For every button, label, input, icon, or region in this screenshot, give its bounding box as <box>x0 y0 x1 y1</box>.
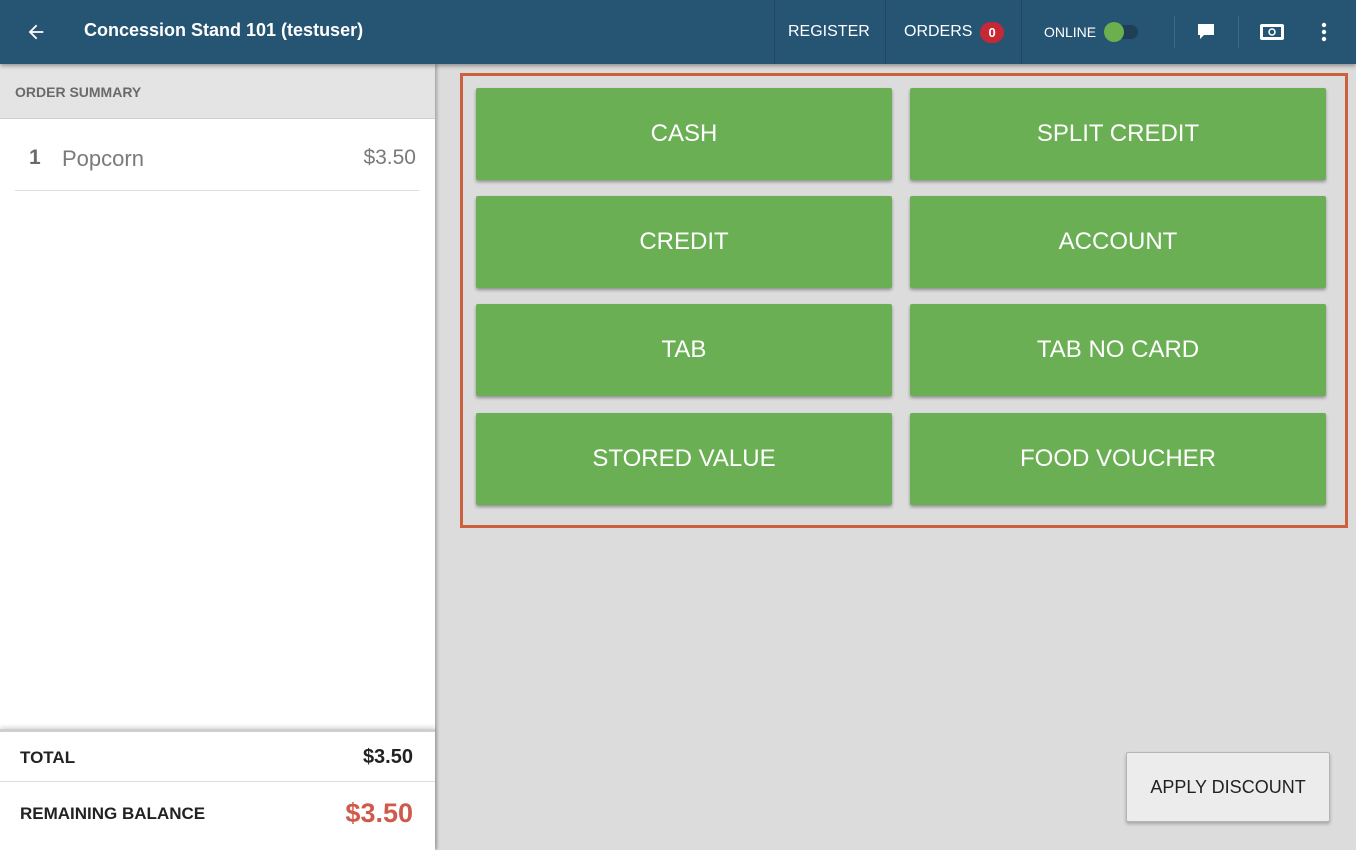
orders-label: ORDERS <box>904 23 973 40</box>
order-summary-panel: ORDER SUMMARY 1 Popcorn $3.50 TOTAL $3.5… <box>0 64 435 850</box>
orders-count-badge: 0 <box>980 21 1004 43</box>
messages-button[interactable] <box>1190 16 1222 48</box>
back-button[interactable] <box>18 14 54 50</box>
totals-section: TOTAL $3.50 REMAINING BALANCE $3.50 <box>0 729 435 850</box>
apply-discount-button[interactable]: APPLY DISCOUNT <box>1126 752 1330 822</box>
overflow-menu-button[interactable] <box>1308 16 1340 48</box>
divider <box>1174 16 1175 48</box>
credit-button[interactable]: CREDIT <box>476 196 892 288</box>
divider <box>885 0 886 64</box>
remaining-balance-value: $3.50 <box>345 798 413 828</box>
online-switch[interactable] <box>1104 22 1139 42</box>
total-row: TOTAL $3.50 <box>0 732 435 782</box>
remaining-balance-label: REMAINING BALANCE <box>20 804 206 823</box>
online-label: ONLINE <box>1044 24 1097 40</box>
item-quantity: 1 <box>29 146 41 169</box>
food-voucher-button[interactable]: FOOD VOUCHER <box>910 413 1326 505</box>
cash-drawer-button[interactable] <box>1256 16 1288 48</box>
switch-knob <box>1104 22 1125 42</box>
chat-bubble-icon <box>1198 24 1214 39</box>
orders-button[interactable]: ORDERS 0 <box>904 0 1004 64</box>
item-name: Popcorn <box>62 146 144 171</box>
back-arrow-icon <box>28 24 44 40</box>
total-value: $3.50 <box>362 746 413 768</box>
cash-button[interactable]: CASH <box>476 88 892 180</box>
cash-drawer-icon <box>1260 24 1284 40</box>
tab-button[interactable]: TAB <box>476 304 892 396</box>
total-label: TOTAL <box>20 748 76 767</box>
order-summary-heading: ORDER SUMMARY <box>0 64 435 119</box>
order-item-row[interactable]: 1 Popcorn $3.50 <box>15 119 419 191</box>
remaining-balance-row: REMAINING BALANCE $3.50 <box>0 782 435 848</box>
register-label: REGISTER <box>788 23 870 40</box>
stored-value-button[interactable]: STORED VALUE <box>476 413 892 505</box>
register-button[interactable]: REGISTER <box>788 0 870 64</box>
tab-no-card-button[interactable]: TAB NO CARD <box>910 304 1326 396</box>
page-title: Concession Stand 101 (testuser) <box>84 20 364 40</box>
item-price: $3.50 <box>363 146 416 169</box>
account-button[interactable]: ACCOUNT <box>910 196 1326 288</box>
divider <box>1238 16 1239 48</box>
top-app-bar: Concession Stand 101 (testuser) REGISTER… <box>0 0 1356 64</box>
divider <box>1021 0 1022 64</box>
online-toggle[interactable]: ONLINE <box>1044 0 1139 64</box>
more-vert-icon <box>1321 22 1327 42</box>
split-credit-button[interactable]: SPLIT CREDIT <box>910 88 1326 180</box>
divider <box>774 0 775 64</box>
